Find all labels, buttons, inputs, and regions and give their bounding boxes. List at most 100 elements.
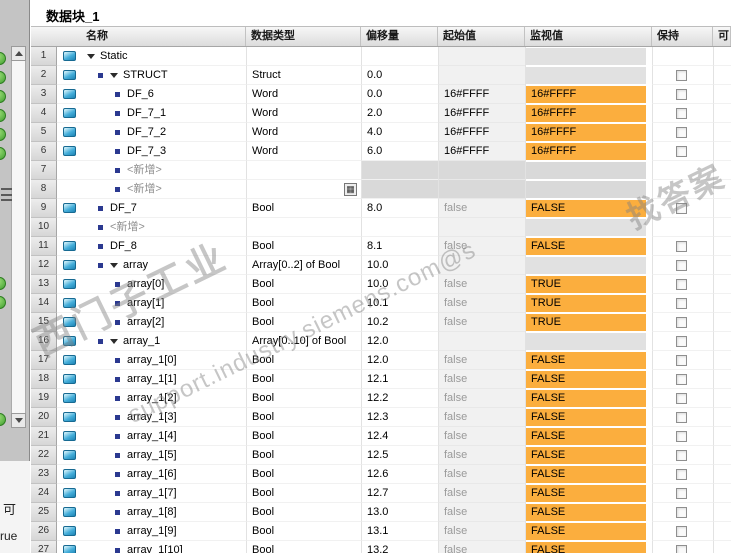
offset-cell[interactable]: 10.2 (361, 313, 438, 332)
data-type-cell[interactable] (246, 47, 361, 66)
data-type-cell[interactable]: Bool (246, 427, 361, 446)
monitor-value-cell[interactable]: FALSE (525, 446, 652, 465)
name-cell[interactable]: array_1[8] (81, 503, 246, 522)
table-row[interactable]: 23 array_1[6] Bool 12.6 false FALSE (31, 465, 731, 484)
name-cell[interactable]: <新增> (81, 180, 246, 199)
type-select-button[interactable]: ▦ (344, 182, 357, 196)
row-number[interactable]: 8 (31, 180, 57, 199)
offset-cell[interactable]: 12.2 (361, 389, 438, 408)
table-row[interactable]: 24 array_1[7] Bool 12.7 false FALSE (31, 484, 731, 503)
table-row[interactable]: 22 array_1[5] Bool 12.5 false FALSE (31, 446, 731, 465)
retain-checkbox[interactable] (676, 240, 687, 252)
column-header-retain[interactable]: 保持 (652, 27, 713, 46)
data-type-cell[interactable]: Bool (246, 237, 361, 256)
offset-cell[interactable]: 12.5 (361, 446, 438, 465)
retain-checkbox[interactable] (676, 107, 687, 119)
retain-checkbox[interactable] (676, 411, 687, 423)
table-row[interactable]: 25 array_1[8] Bool 13.0 false FALSE (31, 503, 731, 522)
retain-checkbox[interactable] (676, 88, 687, 100)
retain-checkbox[interactable] (676, 259, 687, 271)
row-number[interactable]: 1 (31, 47, 57, 66)
start-value-cell[interactable] (438, 256, 525, 275)
monitor-value-cell[interactable]: FALSE (525, 541, 652, 553)
row-number[interactable]: 10 (31, 218, 57, 237)
row-number[interactable]: 12 (31, 256, 57, 275)
retain-checkbox[interactable] (676, 430, 687, 442)
monitor-value-cell[interactable] (525, 47, 652, 66)
row-number[interactable]: 6 (31, 142, 57, 161)
offset-cell[interactable]: 8.1 (361, 237, 438, 256)
data-type-cell[interactable]: Bool (246, 294, 361, 313)
table-row[interactable]: 18 array_1[1] Bool 12.1 false FALSE (31, 370, 731, 389)
table-row[interactable]: 26 array_1[9] Bool 13.1 false FALSE (31, 522, 731, 541)
retain-checkbox[interactable] (676, 126, 687, 138)
retain-checkbox[interactable] (676, 354, 687, 366)
offset-cell[interactable]: 6.0 (361, 142, 438, 161)
name-cell[interactable]: array_1[5] (81, 446, 246, 465)
monitor-value-cell[interactable]: TRUE (525, 294, 652, 313)
row-number[interactable]: 3 (31, 85, 57, 104)
offset-cell[interactable]: 13.0 (361, 503, 438, 522)
name-cell[interactable]: <新增> (81, 161, 246, 180)
start-value-cell[interactable]: false (438, 446, 525, 465)
monitor-value-cell[interactable]: FALSE (525, 351, 652, 370)
retain-checkbox[interactable] (676, 468, 687, 480)
table-row[interactable]: 9 DF_7 Bool 8.0 false FALSE (31, 199, 731, 218)
name-cell[interactable]: array_1[2] (81, 389, 246, 408)
name-cell[interactable]: DF_7_1 (81, 104, 246, 123)
table-row[interactable]: 10 <新增> (31, 218, 731, 237)
row-number[interactable]: 2 (31, 66, 57, 85)
expander-icon[interactable] (110, 262, 118, 268)
name-cell[interactable]: DF_6 (81, 85, 246, 104)
table-row[interactable]: 14 array[1] Bool 10.1 false TRUE (31, 294, 731, 313)
start-value-cell[interactable]: 16#FFFF (438, 123, 525, 142)
row-number[interactable]: 4 (31, 104, 57, 123)
monitor-value-cell[interactable]: FALSE (525, 199, 652, 218)
row-number[interactable]: 18 (31, 370, 57, 389)
monitor-value-cell[interactable]: FALSE (525, 427, 652, 446)
name-cell[interactable]: array[0] (81, 275, 246, 294)
offset-cell[interactable] (361, 47, 438, 66)
name-cell[interactable]: STRUCT (81, 66, 246, 85)
retain-checkbox[interactable] (676, 373, 687, 385)
retain-checkbox[interactable] (676, 392, 687, 404)
name-cell[interactable]: <新增> (81, 218, 246, 237)
offset-cell[interactable]: 13.1 (361, 522, 438, 541)
name-cell[interactable]: array[1] (81, 294, 246, 313)
table-row[interactable]: 8 <新增> ▦ (31, 180, 731, 199)
scroll-down-button[interactable] (11, 413, 26, 428)
offset-cell[interactable]: 12.1 (361, 370, 438, 389)
monitor-value-cell[interactable]: 16#FFFF (525, 104, 652, 123)
row-number[interactable]: 9 (31, 199, 57, 218)
start-value-cell[interactable]: false (438, 541, 525, 553)
monitor-value-cell[interactable]: TRUE (525, 275, 652, 294)
sidebar-scrollbar-track[interactable] (11, 46, 26, 414)
table-row[interactable]: 2 STRUCT Struct 0.0 (31, 66, 731, 85)
data-type-cell[interactable]: ▦ (246, 180, 361, 199)
column-header-offset[interactable]: 偏移量 (361, 27, 438, 46)
retain-checkbox[interactable] (676, 278, 687, 290)
data-type-cell[interactable]: Bool (246, 522, 361, 541)
start-value-cell[interactable]: false (438, 275, 525, 294)
start-value-cell[interactable]: false (438, 199, 525, 218)
start-value-cell[interactable]: false (438, 313, 525, 332)
data-type-cell[interactable]: Bool (246, 484, 361, 503)
start-value-cell[interactable]: false (438, 237, 525, 256)
column-header-monitorvalue[interactable]: 监视值 (525, 27, 652, 46)
monitor-value-cell[interactable] (525, 218, 652, 237)
monitor-value-cell[interactable]: 16#FFFF (525, 123, 652, 142)
start-value-cell[interactable] (438, 66, 525, 85)
offset-cell[interactable]: 13.2 (361, 541, 438, 553)
data-type-cell[interactable]: Bool (246, 408, 361, 427)
data-type-cell[interactable]: Word (246, 142, 361, 161)
offset-cell[interactable]: 10.1 (361, 294, 438, 313)
table-row[interactable]: 19 array_1[2] Bool 12.2 false FALSE (31, 389, 731, 408)
row-number[interactable]: 11 (31, 237, 57, 256)
row-number[interactable]: 19 (31, 389, 57, 408)
name-cell[interactable]: DF_7 (81, 199, 246, 218)
offset-cell[interactable]: 12.0 (361, 351, 438, 370)
name-cell[interactable]: array_1[6] (81, 465, 246, 484)
column-header-name[interactable]: 名称 (31, 27, 246, 46)
monitor-value-cell[interactable]: FALSE (525, 503, 652, 522)
data-type-cell[interactable]: Bool (246, 313, 361, 332)
